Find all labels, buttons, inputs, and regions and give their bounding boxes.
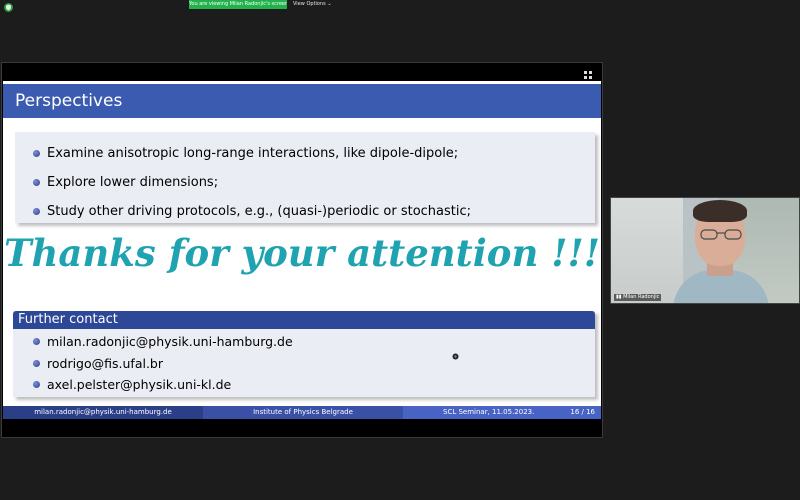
contact-email: milan.radonjic@physik.uni-hamburg.de: [47, 333, 293, 349]
glasses-icon: [700, 229, 742, 240]
list-item: Explore lower dimensions;: [33, 173, 218, 191]
fullscreen-icon[interactable]: [584, 71, 592, 79]
list-item: Examine anisotropic long-range interacti…: [33, 144, 458, 162]
perspectives-block: Examine anisotropic long-range interacti…: [15, 132, 595, 223]
footer-email: milan.radonjic@physik.uni-hamburg.de: [3, 406, 203, 419]
list-item: rodrigo@fis.ufal.br: [33, 354, 163, 372]
list-item-text: Explore lower dimensions;: [47, 174, 219, 190]
footer-event: SCL Seminar, 11.05.2023.: [443, 408, 535, 416]
presentation-slide: Perspectives Examine anisotropic long-ra…: [3, 81, 601, 419]
footer-page-number: 16 / 16: [570, 408, 595, 416]
list-item-text: Examine anisotropic long-range interacti…: [47, 145, 459, 161]
contact-email: rodrigo@fis.ufal.br: [47, 355, 164, 371]
footer-institute: Institute of Physics Belgrade: [203, 406, 403, 419]
list-item: axel.pelster@physik.uni-kl.de: [33, 375, 231, 393]
view-options-button[interactable]: View Options ⌄: [290, 0, 335, 9]
participant-name: Milan Radonjic: [623, 294, 660, 300]
contact-block: Further contact milan.radonjic@physik.un…: [13, 311, 595, 397]
list-item: milan.radonjic@physik.uni-hamburg.de: [33, 332, 293, 350]
bullet-icon: [33, 380, 40, 388]
list-item: Study other driving protocols, e.g., (qu…: [33, 202, 471, 220]
list-item-text: Study other driving protocols, e.g., (qu…: [47, 203, 472, 219]
bullet-icon: [33, 207, 40, 215]
footer-event-block: SCL Seminar, 11.05.2023. 16 / 16: [403, 406, 601, 419]
participant-hair: [693, 200, 747, 222]
contact-email: axel.pelster@physik.uni-kl.de: [47, 376, 232, 392]
bullet-icon: [33, 337, 40, 345]
contact-title: Further contact: [13, 311, 595, 329]
thanks-heading: Thanks for your attention !!!: [3, 231, 600, 275]
participant-video-tile[interactable]: ▮▮ Milan Radonjic: [610, 197, 800, 304]
slide-title: Perspectives: [3, 84, 601, 118]
bullet-icon: [33, 149, 40, 157]
slide-footer: milan.radonjic@physik.uni-hamburg.de Ins…: [3, 406, 601, 419]
cursor-icon: [452, 353, 459, 360]
viewing-screen-badge: You are viewing Milan Radonjic's screen: [189, 0, 287, 9]
participant-name-label: ▮▮ Milan Radonjic: [614, 294, 662, 301]
bullet-icon: [33, 178, 40, 186]
video-background: [611, 198, 683, 303]
bullet-icon: [33, 359, 40, 367]
security-shield-icon[interactable]: [4, 3, 13, 12]
shared-screen: Perspectives Examine anisotropic long-ra…: [1, 62, 603, 438]
